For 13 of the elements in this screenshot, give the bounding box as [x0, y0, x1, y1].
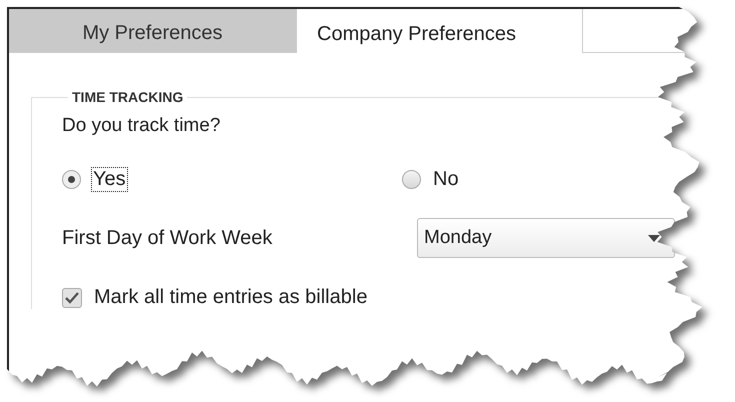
question-label: Do you track time?: [62, 115, 222, 137]
section-title: TIME TRACKING: [71, 89, 184, 105]
tab[interactable]: My Preferences: [9, 9, 296, 53]
checkbox-label[interactable]: Mark all time entries as billable: [94, 286, 368, 309]
radio-button[interactable]: [402, 170, 421, 189]
caret-icon: [648, 234, 660, 242]
dropdown[interactable]: Monday: [417, 218, 675, 258]
radio-label[interactable]: Yes: [91, 167, 128, 192]
checkbox[interactable]: [62, 288, 82, 308]
tab[interactable]: Company Preferences: [296, 9, 583, 53]
radio-button[interactable]: [62, 170, 81, 189]
field-label: First Day of Work Week: [62, 226, 274, 250]
radio-label[interactable]: No: [431, 167, 461, 192]
